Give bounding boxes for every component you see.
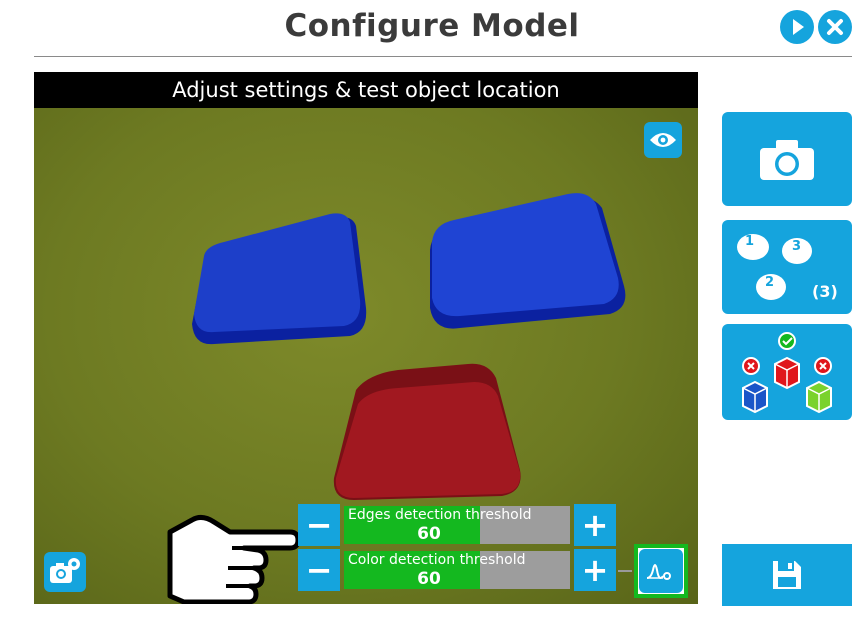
red-block: [333, 363, 521, 500]
color-increase-button[interactable]: +: [574, 549, 616, 591]
pointing-hand-icon: [167, 514, 301, 604]
camera-settings-icon: [50, 558, 80, 583]
page-title: Configure Model: [284, 8, 580, 44]
edges-threshold-value: 60: [417, 524, 441, 544]
eye-icon: [650, 133, 676, 147]
connector-line: [618, 570, 632, 572]
model-badge-3: 3: [792, 239, 802, 254]
model-badge-1: 1: [745, 234, 755, 249]
color-threshold-value: 60: [417, 569, 441, 589]
models-button[interactable]: 1 3 2 (3): [722, 220, 852, 314]
close-icon: [827, 19, 843, 35]
colored-cubes-icon: [742, 332, 832, 414]
camera-icon: [760, 140, 814, 180]
camera-settings-button[interactable]: [44, 552, 86, 592]
header-divider: [34, 56, 852, 57]
blue-block: [430, 193, 626, 329]
color-check-button[interactable]: [722, 324, 852, 420]
color-threshold-slider[interactable]: Color detection threshold 60: [344, 551, 570, 589]
viewport-caption: Adjust settings & test object location: [34, 72, 698, 108]
capture-button[interactable]: [722, 112, 852, 206]
color-threshold-control: − Color detection threshold 60 +: [298, 549, 616, 591]
edges-decrease-button[interactable]: −: [298, 504, 340, 546]
save-button[interactable]: [722, 544, 852, 606]
edges-threshold-label: Edges detection threshold: [348, 507, 532, 523]
blue-block: [192, 213, 367, 345]
model-count: (3): [812, 282, 838, 301]
visibility-toggle-button[interactable]: [644, 122, 682, 158]
edges-increase-button[interactable]: +: [574, 504, 616, 546]
play-icon: [793, 19, 804, 35]
play-button[interactable]: [780, 10, 814, 44]
model-badge-2: 2: [765, 275, 775, 290]
edges-threshold-control: − Edges detection threshold 60 +: [298, 504, 616, 546]
camera-viewport[interactable]: Adjust settings & test object location −…: [34, 72, 698, 604]
floppy-disk-icon: [773, 561, 801, 589]
edges-threshold-slider[interactable]: Edges detection threshold 60: [344, 506, 570, 544]
waveform-button[interactable]: [634, 544, 688, 598]
color-decrease-button[interactable]: −: [298, 549, 340, 591]
close-button[interactable]: [818, 10, 852, 44]
waveform-icon: [646, 564, 671, 580]
color-threshold-label: Color detection threshold: [348, 552, 526, 568]
waveform-button-inner: [639, 549, 683, 593]
